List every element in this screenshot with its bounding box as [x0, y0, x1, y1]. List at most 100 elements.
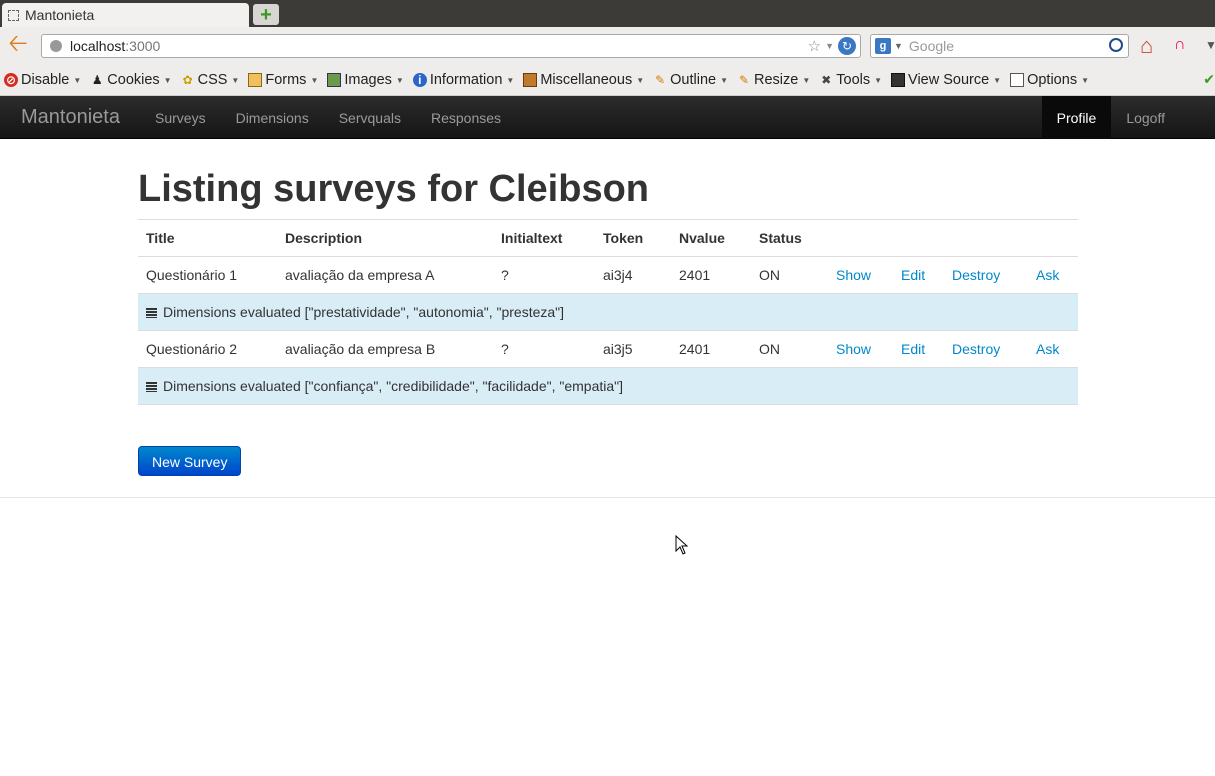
search-engine-icon[interactable]: g [875, 38, 891, 54]
dimensions-row: Dimensions evaluated ["confiança", "cred… [138, 367, 1078, 405]
edit-cell: Edit [893, 256, 944, 294]
survey-nvalue: 2401 [671, 330, 751, 368]
devtool-tools[interactable]: ✖ Tools ▼ [819, 72, 882, 88]
survey-description: avaliação da empresa A [277, 256, 493, 294]
devtool-images[interactable]: Images ▼ [327, 72, 404, 88]
destroy-link[interactable]: Destroy [952, 267, 1000, 283]
devtool-miscellaneous[interactable]: Miscellaneous ▼ [523, 72, 644, 88]
table-header-row: Title Description Initialtext Token Nval… [138, 219, 1078, 257]
devtool-label: Outline [670, 72, 717, 88]
new-tab-button[interactable]: + [253, 4, 279, 25]
nav-profile[interactable]: Profile [1041, 96, 1112, 139]
browser-tab-strip: Mantonieta + [0, 0, 1215, 27]
main-content: Listing surveys for Cleibson Title Descr… [138, 139, 1078, 476]
search-placeholder: Google [908, 38, 955, 54]
ask-cell: Ask [1028, 330, 1078, 368]
search-magnifier-icon[interactable] [1109, 38, 1123, 52]
tab-title: Mantonieta [25, 7, 95, 23]
outline-icon: ✎ [655, 73, 666, 87]
show-cell: Show [828, 256, 893, 294]
chevron-down-icon: ▼ [310, 75, 319, 85]
dimensions-text: Dimensions evaluated ["prestatividade", … [163, 304, 565, 320]
list-icon [146, 308, 157, 318]
table-row: Questionário 1 avaliação da empresa A ? … [138, 256, 1078, 294]
surveys-table: Title Description Initialtext Token Nval… [138, 219, 1078, 405]
url-host: localhost [70, 38, 126, 54]
addon-rainbow-icon[interactable]: ∩ [1174, 36, 1186, 54]
view-source-icon [891, 73, 906, 87]
devtool-label: Options [1027, 72, 1078, 88]
search-engine-dropdown-icon[interactable]: ▼ [894, 41, 903, 51]
chevron-down-icon: ▼ [1081, 75, 1089, 85]
edit-link[interactable]: Edit [901, 267, 925, 283]
dimensions-cell: Dimensions evaluated ["prestatividade", … [138, 293, 1078, 331]
survey-initialtext: ? [493, 256, 595, 294]
devtool-forms[interactable]: Forms ▼ [248, 72, 318, 88]
devtool-label: Forms [265, 72, 307, 88]
devtool-view-source[interactable]: View Source ▼ [891, 72, 1001, 88]
devtool-options[interactable]: Options ▼ [1010, 72, 1089, 88]
devtool-css[interactable]: ✿ CSS ▼ [181, 72, 240, 88]
dimensions-cell: Dimensions evaluated ["confiança", "cred… [138, 367, 1078, 405]
forms-icon [248, 73, 263, 87]
css-icon: ✿ [182, 73, 193, 87]
devtool-resize[interactable]: ✎ Resize ▼ [737, 72, 810, 88]
browser-tab[interactable]: Mantonieta [2, 3, 249, 27]
survey-nvalue: 2401 [671, 256, 751, 294]
url-port: :3000 [125, 38, 161, 54]
nav-logoff[interactable]: Logoff [1111, 96, 1180, 139]
devtool-label: View Source [908, 72, 990, 88]
site-identity-icon[interactable] [50, 40, 62, 52]
validation-check-icon[interactable]: ✔ [1203, 71, 1215, 88]
column-header-destroy [944, 219, 1028, 257]
destroy-link[interactable]: Destroy [952, 341, 1000, 357]
chevron-down-icon: ▼ [163, 75, 172, 85]
edit-link[interactable]: Edit [901, 341, 925, 357]
images-icon [327, 73, 342, 87]
options-icon [1010, 73, 1025, 87]
new-survey-button[interactable]: New Survey [138, 446, 242, 476]
ask-link[interactable]: Ask [1036, 267, 1059, 283]
chevron-down-icon: ▼ [231, 75, 240, 85]
web-developer-toolbar: ⊘ Disable ▼ ♟ Cookies ▼ ✿ CSS ▼ Forms ▼ Images ▼… [0, 65, 1215, 96]
devtool-label: Cookies [107, 72, 160, 88]
toolbar-overflow-icon[interactable]: ▼ [1205, 38, 1215, 52]
bookmark-star-icon[interactable]: ☆ [808, 37, 821, 55]
show-link[interactable]: Show [836, 267, 871, 283]
column-header-edit [893, 219, 944, 257]
page-title: Listing surveys for Cleibson [138, 168, 649, 210]
mouse-pointer-icon [675, 535, 689, 555]
app-brand[interactable]: Mantonieta [21, 106, 120, 129]
home-icon[interactable]: ⌂ [1140, 33, 1153, 59]
nav-responses[interactable]: Responses [416, 96, 516, 139]
survey-status: ON [751, 256, 828, 294]
devtool-label: Images [344, 72, 392, 88]
devtool-cookies[interactable]: ♟ Cookies ▼ [90, 72, 172, 88]
column-header-title: Title [138, 219, 277, 257]
chevron-down-icon: ▼ [395, 75, 404, 85]
nav-surveys[interactable]: Surveys [140, 96, 221, 139]
chevron-down-icon: ▼ [802, 75, 811, 85]
survey-title: Questionário 2 [138, 330, 277, 368]
devtool-disable[interactable]: ⊘ Disable ▼ [4, 72, 81, 88]
history-dropdown-icon[interactable]: ▼ [825, 41, 834, 51]
ask-link[interactable]: Ask [1036, 341, 1059, 357]
browser-navigation-bar: 🡠 localhost:3000 ☆ ▼ ↻ g ▼ Google [0, 27, 1215, 65]
back-arrow-icon[interactable]: 🡠 [5, 30, 31, 58]
reload-icon[interactable]: ↻ [838, 37, 856, 55]
list-icon [146, 382, 157, 392]
nav-dimensions[interactable]: Dimensions [221, 96, 324, 139]
miscellaneous-icon [523, 73, 538, 87]
ask-cell: Ask [1028, 256, 1078, 294]
search-bar[interactable]: g ▼ Google [870, 34, 1129, 58]
show-link[interactable]: Show [836, 341, 871, 357]
url-bar[interactable]: localhost:3000 ☆ ▼ ↻ [41, 34, 861, 58]
nav-servquals[interactable]: Servquals [324, 96, 416, 139]
destroy-cell: Destroy [944, 330, 1028, 368]
chevron-down-icon: ▼ [506, 75, 515, 85]
column-header-show [828, 219, 893, 257]
table-row: Questionário 2 avaliação da empresa B ? … [138, 330, 1078, 368]
column-header-ask [1028, 219, 1078, 257]
devtool-outline[interactable]: ✎ Outline ▼ [653, 72, 728, 88]
devtool-information[interactable]: i Information ▼ [412, 72, 515, 88]
